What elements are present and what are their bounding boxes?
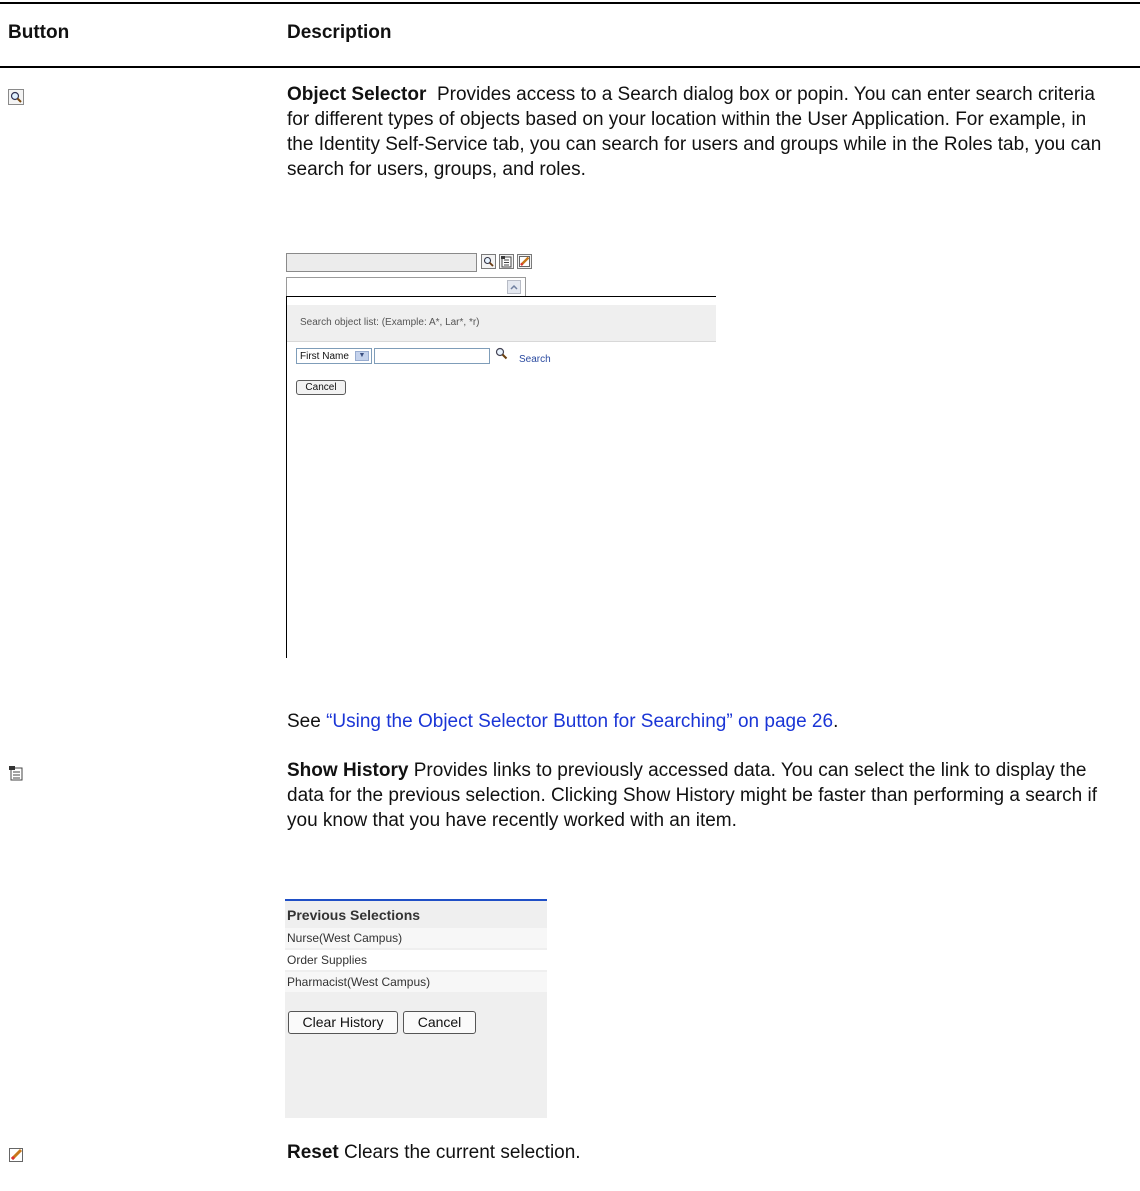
reset-title: Reset [287,1142,339,1163]
search-input[interactable] [374,348,490,364]
object-selector-field[interactable] [286,253,477,272]
history-item[interactable]: Pharmacist(West Campus) [285,972,547,992]
object-selector-title: Object Selector [287,84,427,105]
popin-top-border [286,296,716,297]
history-title: Previous Selections [287,907,421,923]
show-history-text: Provides links to previously accessed da… [287,760,1097,831]
object-selector-list[interactable] [286,277,526,296]
scroll-up-button[interactable] [507,280,521,294]
reset-icon[interactable] [517,254,532,269]
magnifier-icon [8,89,24,105]
object-selector-see-also: See “Using the Object Selector Button fo… [287,709,1117,734]
chevron-down-icon: ▼ [355,351,369,361]
history-accent-rule [285,899,547,901]
cancel-button[interactable]: Cancel [296,380,346,395]
search-icon[interactable] [494,346,510,362]
search-field-select-value: First Name [300,351,349,362]
history-item[interactable]: Nurse(West Campus) [285,928,547,948]
show-history-title: Show History [287,760,409,781]
column-header-button: Button [8,22,70,43]
reset-description: Reset Clears the current selection. [287,1140,1117,1165]
history-icon[interactable] [499,254,514,269]
show-history-description: Show History Provides links to previousl… [287,758,1117,833]
search-hint: Search object list: (Example: A*, Lar*, … [300,317,480,328]
history-icon [8,765,24,781]
cancel-button[interactable]: Cancel [403,1011,476,1034]
see-suffix: . [833,711,839,732]
reset-text: Clears the current selection. [344,1142,581,1163]
search-link[interactable]: Search [519,354,551,365]
magnifier-icon[interactable] [481,254,496,269]
divider [287,341,716,342]
popin-left-border [286,296,287,658]
clear-history-button[interactable]: Clear History [288,1011,398,1034]
object-selector-description: Object Selector Provides access to a Sea… [287,82,1117,182]
see-prefix: See [287,711,327,732]
column-header-description: Description [287,22,392,43]
table-header-rule [0,66,1140,68]
search-field-select[interactable]: First Name ▼ [296,348,372,364]
table-top-rule [0,2,1140,4]
reset-icon [8,1147,24,1163]
object-selector-link[interactable]: “Using the Object Selector Button for Se… [326,711,833,732]
history-item[interactable]: Order Supplies [285,950,547,970]
